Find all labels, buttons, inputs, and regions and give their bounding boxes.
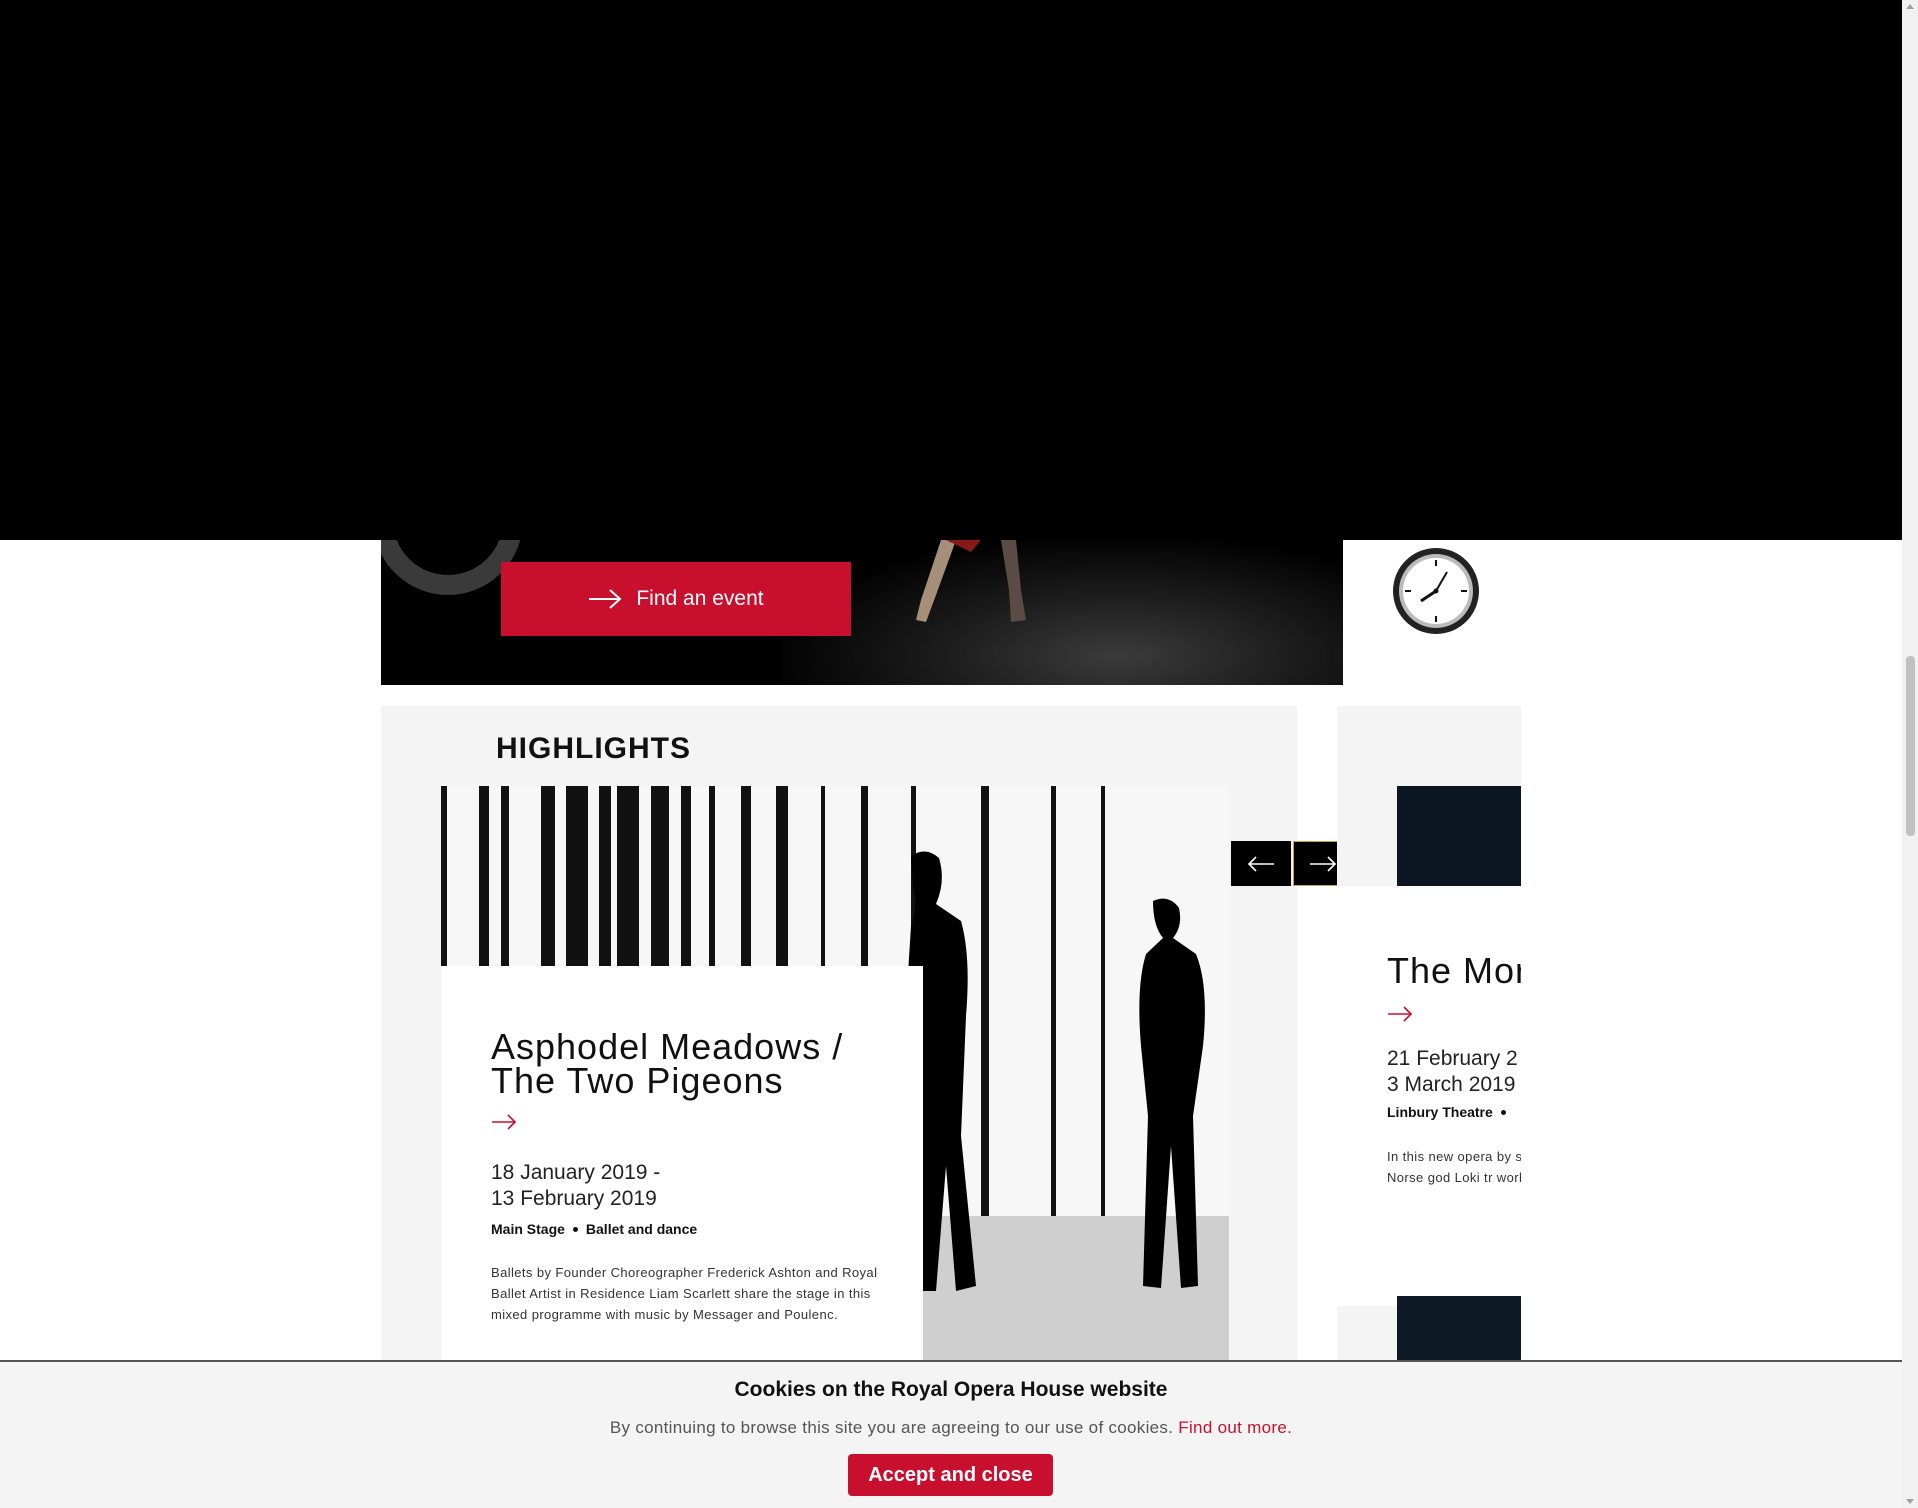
carousel-nav [1231,841,1353,886]
next-venue-label: Linbury Theatre [1387,1104,1493,1120]
scroll-down-arrow-icon[interactable] [1906,1499,1914,1504]
find-event-label: Find an event [636,587,764,610]
next-date-end: 3 March 2019 [1387,1073,1516,1096]
title-line-1: Asphodel Meadows / [491,1026,844,1067]
accept-cookies-button[interactable]: Accept and close [848,1454,1053,1496]
find-event-button[interactable]: Find an event [501,562,851,636]
highlight-dates: 18 January 2019 - 13 February 2019 [491,1160,660,1212]
next-highlight-card[interactable]: The Mor 21 February 2 3 March 2019 Linbu… [1337,886,1521,1306]
scroll-thumb[interactable] [1906,656,1915,836]
cookie-message: By continuing to browse this site you ar… [0,1418,1902,1438]
cookie-title: Cookies on the Royal Opera House website [734,1378,1168,1401]
highlight-image[interactable]: Asphodel Meadows / The Two Pigeons 18 Ja… [441,786,1229,1361]
highlight-title[interactable]: Asphodel Meadows / The Two Pigeons [491,1026,911,1101]
scroll-up-arrow-icon[interactable] [1906,4,1914,9]
separator-dot [1500,1109,1506,1115]
hero-banner: Find an event [381,540,1343,685]
cookie-text: By continuing to browse this site you ar… [609,1418,1174,1437]
find-out-more-link[interactable]: Find out more. [1178,1418,1292,1437]
highlight-meta: Main Stage Ballet and dance [491,1221,697,1237]
next-highlight-image[interactable] [1397,786,1521,886]
arrow-right-icon [1310,855,1337,872]
arrow-right-icon [589,589,622,609]
hero-stage-image [781,540,1343,685]
cookie-banner: Cookies on the Royal Opera House website… [0,1360,1902,1508]
date-start: 18 January 2019 - [491,1161,661,1184]
highlights-panel: HIGHLIGHTS Asphodel Meadows / The Two Pi… [381,706,1297,1361]
arrow-right-icon[interactable] [491,1114,517,1130]
title-line-2: The Two Pigeons [491,1060,784,1101]
next-highlight-image-bottom[interactable] [1397,1296,1521,1361]
next-date-start: 21 February 2 [1387,1047,1518,1070]
dancer-legs-image [916,540,1026,622]
date-end: 13 February 2019 [491,1187,657,1210]
highlights-heading: HIGHLIGHTS [496,732,691,765]
page-scrollbar[interactable] [1902,0,1918,1508]
separator-dot [572,1226,578,1232]
carousel-prev-button[interactable] [1231,841,1291,886]
next-highlight-meta: Linbury Theatre [1387,1104,1506,1120]
next-highlight-dates: 21 February 2 3 March 2019 [1387,1046,1518,1098]
next-highlight-panel: The Mor 21 February 2 3 March 2019 Linbu… [1337,706,1521,1361]
hero-video-area [0,0,1902,540]
next-highlight-description: In this new opera by selling author Fran… [1387,1149,1521,1185]
arrow-left-icon [1247,855,1274,872]
highlight-card[interactable]: Asphodel Meadows / The Two Pigeons 18 Ja… [441,966,923,1361]
venue-label: Main Stage [491,1221,565,1237]
rolex-clock-icon[interactable] [1391,546,1481,636]
highlight-description: Ballets by Founder Choreographer Frederi… [491,1265,878,1322]
category-label: Ballet and dance [585,1221,698,1237]
arrow-right-icon[interactable] [1387,1006,1413,1022]
next-highlight-title[interactable]: The Mor [1387,950,1521,992]
